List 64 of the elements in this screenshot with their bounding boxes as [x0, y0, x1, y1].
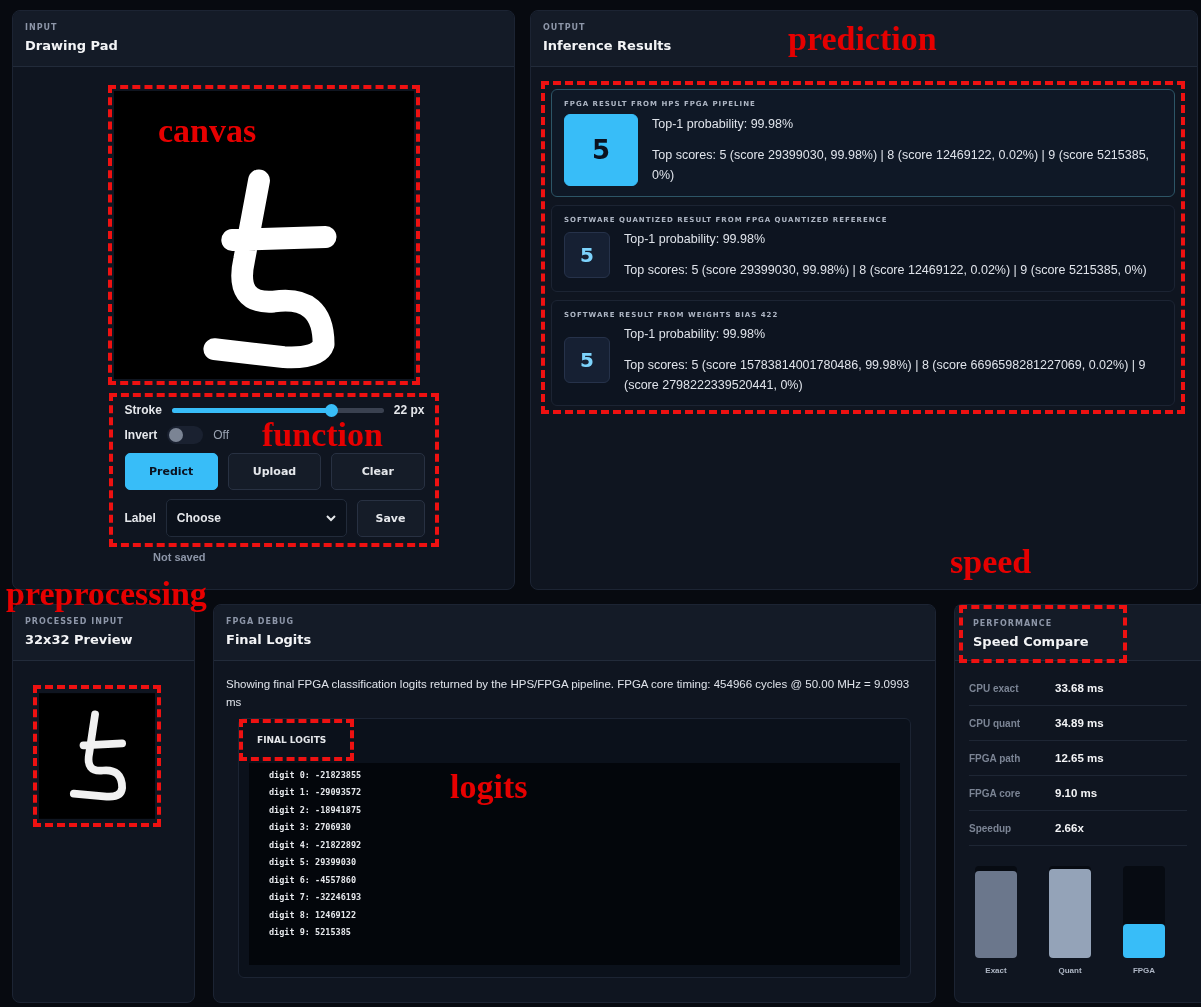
- logit-line: digit 9: 5215385: [269, 926, 351, 940]
- panel-title: Speed Compare: [973, 634, 1089, 649]
- section-kicker: INPUT: [25, 23, 59, 32]
- logits-heading: FINAL LOGITS: [257, 734, 328, 745]
- logit-line: digit 6: -4557860: [269, 873, 356, 887]
- label-label: Label: [124, 511, 156, 525]
- logit-line: digit 3: 2706930: [269, 821, 351, 835]
- panel-title: 32x32 Preview: [25, 632, 133, 647]
- debug-description: Showing final FPGA classification logits returned by the HPS/FPGA pipeline. FPGA core timing: 454966 cycles @ 50.00 MHz = 9.0993 ms: [226, 677, 911, 711]
- bar-label: Exact: [985, 966, 1007, 975]
- annotation-label: preprocessing: [6, 577, 207, 611]
- annotation-label: logits: [450, 770, 528, 804]
- action-button[interactable]: Clear: [331, 453, 425, 490]
- annotation-label: speed: [950, 545, 1032, 579]
- action-button[interactable]: Predict: [124, 453, 218, 490]
- logit-line: digit 5: 29399030: [269, 856, 356, 870]
- metric-label: CPU quant: [969, 717, 1022, 729]
- bar-label: Quant: [1058, 966, 1082, 975]
- top-scores: Top scores: 5 (score 29399030, 99.98%) | 8 (score 12469122, 0.02%) | 9 (score 5215385, 0%): [624, 262, 1147, 280]
- logit-line: digit 4: -21822892: [269, 838, 362, 852]
- save-status: Not saved: [153, 551, 206, 563]
- stroke-label: Stroke: [124, 403, 162, 417]
- action-button[interactable]: Upload: [227, 453, 322, 490]
- metric-value: 34.89 ms: [1055, 717, 1104, 729]
- logit-line: digit 0: -21823855: [269, 768, 362, 782]
- metric-value: 12.65 ms: [1055, 752, 1104, 764]
- panel-title: Final Logits: [226, 632, 312, 647]
- drawing-canvas[interactable]: [113, 91, 414, 379]
- label-select[interactable]: Choose: [165, 499, 347, 537]
- save-button[interactable]: Save: [356, 499, 425, 537]
- panel-title: Inference Results: [543, 38, 672, 53]
- metric-label: FPGA path: [969, 752, 1022, 764]
- top1-probability: Top-1 probability: 99.98%: [652, 115, 795, 133]
- bar-label: FPGA: [1132, 966, 1156, 975]
- annotation-label: prediction: [788, 22, 937, 56]
- invert-toggle[interactable]: [167, 426, 204, 444]
- invert-label: Invert: [124, 428, 158, 442]
- logit-line: digit 7: -32246193: [269, 891, 362, 905]
- top1-probability: Top-1 probability: 99.98%: [624, 325, 767, 343]
- logit-line: digit 2: -18941875: [269, 803, 362, 817]
- metric-label: CPU exact: [969, 682, 1020, 694]
- predicted-digit: 5: [564, 232, 610, 279]
- predicted-digit: 5: [564, 114, 638, 186]
- chevron-icon: [325, 514, 336, 522]
- metric-label: Speedup: [969, 822, 1013, 834]
- annotation-label: canvas: [158, 114, 257, 148]
- top-scores: Top scores: 5 (score 15783814001780486, 99.98%) | 8 (score 6696598281227069, 0.02%) | 9 (score 2798222339520441, 0%): [624, 357, 1147, 394]
- section-kicker: PROCESSED INPUT: [25, 617, 125, 626]
- top-scores: Top scores: 5 (score 29399030, 99.98%) | 8 (score 12469122, 0.02%) | 9 (score 5215385, 0%): [652, 147, 1151, 184]
- metric-value: 33.68 ms: [1055, 682, 1104, 694]
- logit-line: digit 1: -29093572: [269, 786, 362, 800]
- stroke-reading: 22 px: [393, 403, 425, 417]
- metric-label: FPGA core: [969, 787, 1022, 799]
- metric-value: 2.66x: [1055, 822, 1084, 834]
- section-kicker: OUTPUT: [543, 23, 587, 32]
- metric-value: 9.10 ms: [1055, 787, 1098, 799]
- logit-line: digit 8: 12469122: [269, 908, 356, 922]
- predicted-digit: 5: [564, 336, 610, 383]
- annotation-label: function: [262, 418, 383, 452]
- toggle-state: Off: [213, 428, 229, 442]
- top1-probability: Top-1 probability: 99.98%: [624, 231, 767, 248]
- section-kicker: PERFORMANCE: [973, 619, 1054, 628]
- panel-title: Drawing Pad: [25, 38, 118, 53]
- section-kicker: FPGA DEBUG: [226, 617, 296, 626]
